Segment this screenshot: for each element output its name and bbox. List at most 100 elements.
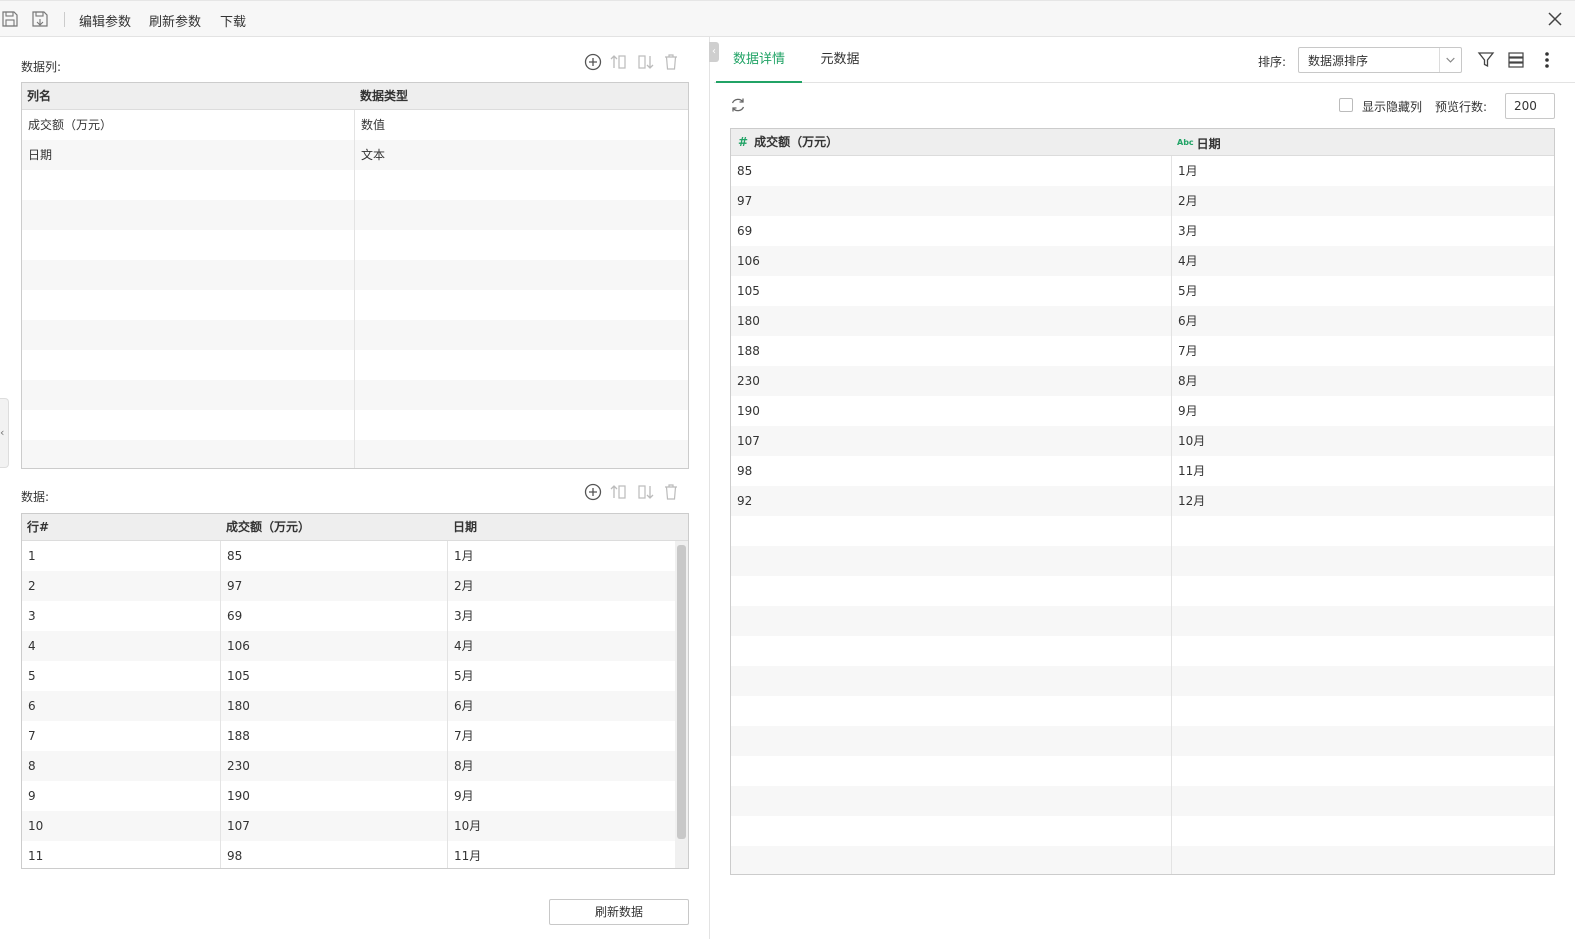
table-row[interactable]: 105 5月 [731, 276, 1554, 306]
chevron-left-icon: ‹ [0, 426, 5, 439]
row-number-header[interactable]: 行# [22, 514, 49, 541]
empty-row[interactable] [731, 846, 1554, 874]
refresh-data-button[interactable]: 刷新数据 [549, 899, 689, 925]
delete-icon[interactable] [661, 482, 681, 502]
scrollbar-thumb[interactable] [677, 545, 686, 839]
table-row[interactable]: 230 8月 [731, 366, 1554, 396]
table-row[interactable]: 2 97 2月 [22, 571, 688, 601]
empty-row[interactable] [22, 170, 688, 200]
move-up-icon[interactable] [609, 52, 629, 72]
list-settings-icon[interactable] [1506, 50, 1526, 70]
row-number-cell: 9 [28, 789, 36, 803]
table-row[interactable]: 10 107 10月 [22, 811, 688, 841]
column-name-header[interactable]: 列名 [22, 83, 51, 110]
save-as-icon[interactable] [31, 10, 49, 28]
more-options-icon[interactable] [1537, 50, 1557, 70]
empty-row[interactable] [22, 350, 688, 380]
data-type-header[interactable]: 数据类型 [355, 83, 408, 110]
table-row[interactable]: 成交额（万元） 数值 [22, 110, 688, 140]
empty-row[interactable] [731, 786, 1554, 816]
amount-header[interactable]: 成交额（万元） [221, 514, 310, 541]
table-row[interactable]: 1 85 1月 [22, 541, 688, 571]
empty-row[interactable] [22, 260, 688, 290]
empty-row[interactable] [731, 696, 1554, 726]
date-cell: 2月 [454, 579, 474, 593]
empty-row[interactable] [22, 410, 688, 440]
tab-metadata[interactable]: 元数据 [812, 37, 868, 83]
empty-row[interactable] [731, 546, 1554, 576]
table-row[interactable]: 3 69 3月 [22, 601, 688, 631]
empty-row[interactable] [22, 290, 688, 320]
table-row[interactable]: 日期 文本 [22, 140, 688, 170]
empty-row[interactable] [731, 636, 1554, 666]
add-icon[interactable] [583, 482, 603, 502]
column-divider [354, 110, 355, 468]
table-row[interactable]: 107 10月 [731, 426, 1554, 456]
preview-grid: # 成交额（万元） Abc 日期 85 1月 97 2月 69 3月 106 4月 105 5月 180… [730, 128, 1555, 875]
add-icon[interactable] [583, 52, 603, 72]
date-cell: 7月 [1178, 344, 1198, 358]
table-row[interactable]: 7 188 7月 [22, 721, 688, 751]
table-row[interactable]: 5 105 5月 [22, 661, 688, 691]
table-row[interactable]: 180 6月 [731, 306, 1554, 336]
show-hidden-columns-checkbox[interactable] [1339, 98, 1353, 112]
row-number-cell: 6 [28, 699, 36, 713]
refresh-params-button[interactable]: 刷新参数 [149, 11, 201, 30]
table-row[interactable]: 85 1月 [731, 156, 1554, 186]
table-row[interactable]: 92 12月 [731, 486, 1554, 516]
save-icon[interactable] [1, 10, 19, 28]
table-row[interactable]: 6 180 6月 [22, 691, 688, 721]
refresh-icon[interactable] [729, 96, 747, 114]
amount-column-label: 成交额（万元） [754, 135, 839, 149]
empty-row[interactable] [731, 726, 1554, 756]
table-row[interactable]: 69 3月 [731, 216, 1554, 246]
left-panel-collapse-handle[interactable]: ‹ [0, 398, 9, 468]
data-grid-scrollbar[interactable] [675, 541, 688, 868]
download-button[interactable]: 下载 [220, 11, 246, 30]
filter-icon[interactable] [1476, 50, 1496, 70]
empty-row[interactable] [731, 816, 1554, 846]
move-down-icon[interactable] [635, 52, 655, 72]
empty-row[interactable] [22, 380, 688, 410]
table-row[interactable]: 98 11月 [731, 456, 1554, 486]
table-row[interactable]: 8 230 8月 [22, 751, 688, 781]
sort-select[interactable]: 数据源排序 [1298, 47, 1462, 73]
preview-rows-input[interactable]: 200 [1505, 93, 1555, 119]
empty-row[interactable] [731, 576, 1554, 606]
table-row[interactable]: 11 98 11月 [22, 841, 688, 868]
empty-row[interactable] [22, 200, 688, 230]
empty-row[interactable] [22, 230, 688, 260]
date-cell: 1月 [1178, 164, 1198, 178]
table-row[interactable]: 190 9月 [731, 396, 1554, 426]
amount-column-header[interactable]: # 成交额（万元） [733, 129, 838, 156]
row-number-cell: 1 [28, 549, 36, 563]
empty-row[interactable] [731, 756, 1554, 786]
edit-params-button[interactable]: 编辑参数 [79, 11, 131, 30]
column-divider [1171, 156, 1172, 874]
amount-cell: 107 [227, 819, 250, 833]
move-down-icon[interactable] [635, 482, 655, 502]
empty-row[interactable] [22, 320, 688, 350]
delete-icon[interactable] [661, 52, 681, 72]
date-cell: 9月 [1178, 404, 1198, 418]
empty-row[interactable] [22, 440, 688, 468]
table-row[interactable]: 97 2月 [731, 186, 1554, 216]
table-row[interactable]: 4 106 4月 [22, 631, 688, 661]
table-row[interactable]: 106 4月 [731, 246, 1554, 276]
date-header[interactable]: 日期 [448, 514, 477, 541]
move-up-icon[interactable] [609, 482, 629, 502]
columns-grid: 列名 数据类型 成交额（万元） 数值 日期 文本 [21, 82, 689, 469]
empty-row[interactable] [731, 666, 1554, 696]
tab-data-details[interactable]: 数据详情 [716, 37, 802, 83]
table-row[interactable]: 188 7月 [731, 336, 1554, 366]
empty-row[interactable] [731, 606, 1554, 636]
date-column-header[interactable]: Abc 日期 [1172, 129, 1221, 156]
table-row[interactable]: 9 190 9月 [22, 781, 688, 811]
chevron-down-icon[interactable] [1439, 48, 1461, 72]
preview-grid-header: # 成交额（万元） Abc 日期 [731, 129, 1554, 156]
amount-cell: 98 [737, 464, 753, 478]
amount-cell: 188 [227, 729, 250, 743]
close-icon[interactable] [1545, 9, 1565, 29]
toolbar-separator [64, 12, 65, 27]
empty-row[interactable] [731, 516, 1554, 546]
